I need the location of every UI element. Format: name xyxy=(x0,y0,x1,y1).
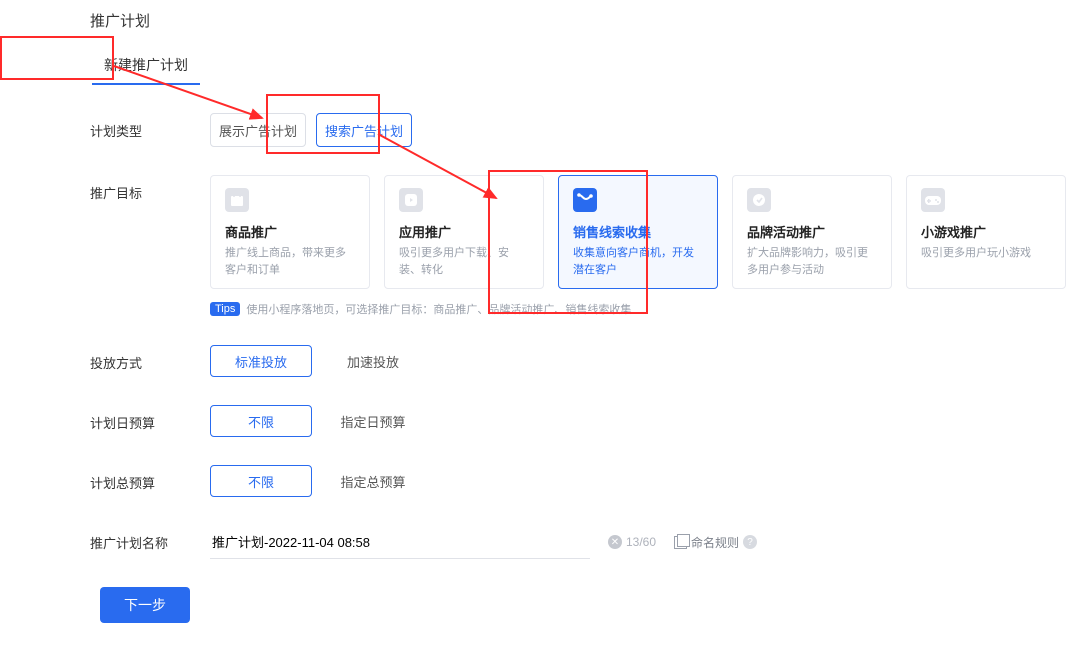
tab-row: 新建推广计划 xyxy=(90,43,1080,85)
label-plan-name: 推广计划名称 xyxy=(90,525,210,552)
label-daily-budget: 计划日预算 xyxy=(90,405,210,432)
char-counter: ✕ 13/60 xyxy=(608,535,656,549)
goal-title: 应用推广 xyxy=(399,222,529,241)
clear-icon[interactable]: ✕ xyxy=(608,535,622,549)
tips-row: Tips 使用小程序落地页，可选择推广目标：商品推广、品牌活动推广、销售线索收集 xyxy=(210,301,1080,317)
goal-desc: 推广线上商品，带来更多客户和订单 xyxy=(225,245,355,278)
label-plan-type: 计划类型 xyxy=(90,113,210,140)
goal-card-app[interactable]: 应用推广 吸引更多用户下载、安装、转化 xyxy=(384,175,544,289)
goal-card-leads[interactable]: 销售线索收集 收集意向客户商机，开发潜在客户 xyxy=(558,175,718,289)
tab-new-plan[interactable]: 新建推广计划 xyxy=(90,43,202,85)
label-total-budget: 计划总预算 xyxy=(90,465,210,492)
tips-text: 使用小程序落地页，可选择推广目标：商品推广、品牌活动推广、销售线索收集 xyxy=(246,301,631,317)
counter-text: 13/60 xyxy=(626,535,656,549)
daily-unlimited[interactable]: 不限 xyxy=(210,405,312,437)
naming-rule-link[interactable]: 命名规则 ? xyxy=(674,534,757,551)
goal-title: 商品推广 xyxy=(225,222,355,241)
goal-desc: 吸引更多用户玩小游戏 xyxy=(921,245,1051,262)
copy-icon xyxy=(674,536,687,549)
page-title: 推广计划 xyxy=(90,10,1080,31)
goal-title: 品牌活动推广 xyxy=(747,222,877,241)
next-step-button[interactable]: 下一步 xyxy=(100,587,190,623)
label-delivery: 投放方式 xyxy=(90,345,210,372)
goal-card-brand[interactable]: 品牌活动推广 扩大品牌影响力，吸引更多用户参与活动 xyxy=(732,175,892,289)
total-set[interactable]: 指定总预算 xyxy=(322,465,424,497)
app-icon xyxy=(399,188,423,212)
plan-type-search[interactable]: 搜索广告计划 xyxy=(316,113,412,147)
goal-card-product[interactable]: 商品推广 推广线上商品，带来更多客户和订单 xyxy=(210,175,370,289)
goal-card-game[interactable]: 小游戏推广 吸引更多用户玩小游戏 xyxy=(906,175,1066,289)
bag-icon xyxy=(225,188,249,212)
game-icon xyxy=(921,188,945,212)
help-icon: ? xyxy=(743,535,757,549)
delivery-fast[interactable]: 加速投放 xyxy=(322,345,424,377)
lead-icon xyxy=(573,188,597,212)
goal-title: 销售线索收集 xyxy=(573,222,703,241)
goal-desc: 扩大品牌影响力，吸引更多用户参与活动 xyxy=(747,245,877,278)
goal-title: 小游戏推广 xyxy=(921,222,1051,241)
delivery-standard[interactable]: 标准投放 xyxy=(210,345,312,377)
plan-type-display[interactable]: 展示广告计划 xyxy=(210,113,306,147)
goal-desc: 收集意向客户商机，开发潜在客户 xyxy=(573,245,703,278)
plan-name-input[interactable] xyxy=(210,525,590,559)
goal-desc: 吸引更多用户下载、安装、转化 xyxy=(399,245,529,278)
tips-badge: Tips xyxy=(210,302,240,316)
label-goal: 推广目标 xyxy=(90,175,210,202)
total-unlimited[interactable]: 不限 xyxy=(210,465,312,497)
daily-set[interactable]: 指定日预算 xyxy=(322,405,424,437)
rule-label: 命名规则 xyxy=(691,534,739,551)
brand-icon xyxy=(747,188,771,212)
